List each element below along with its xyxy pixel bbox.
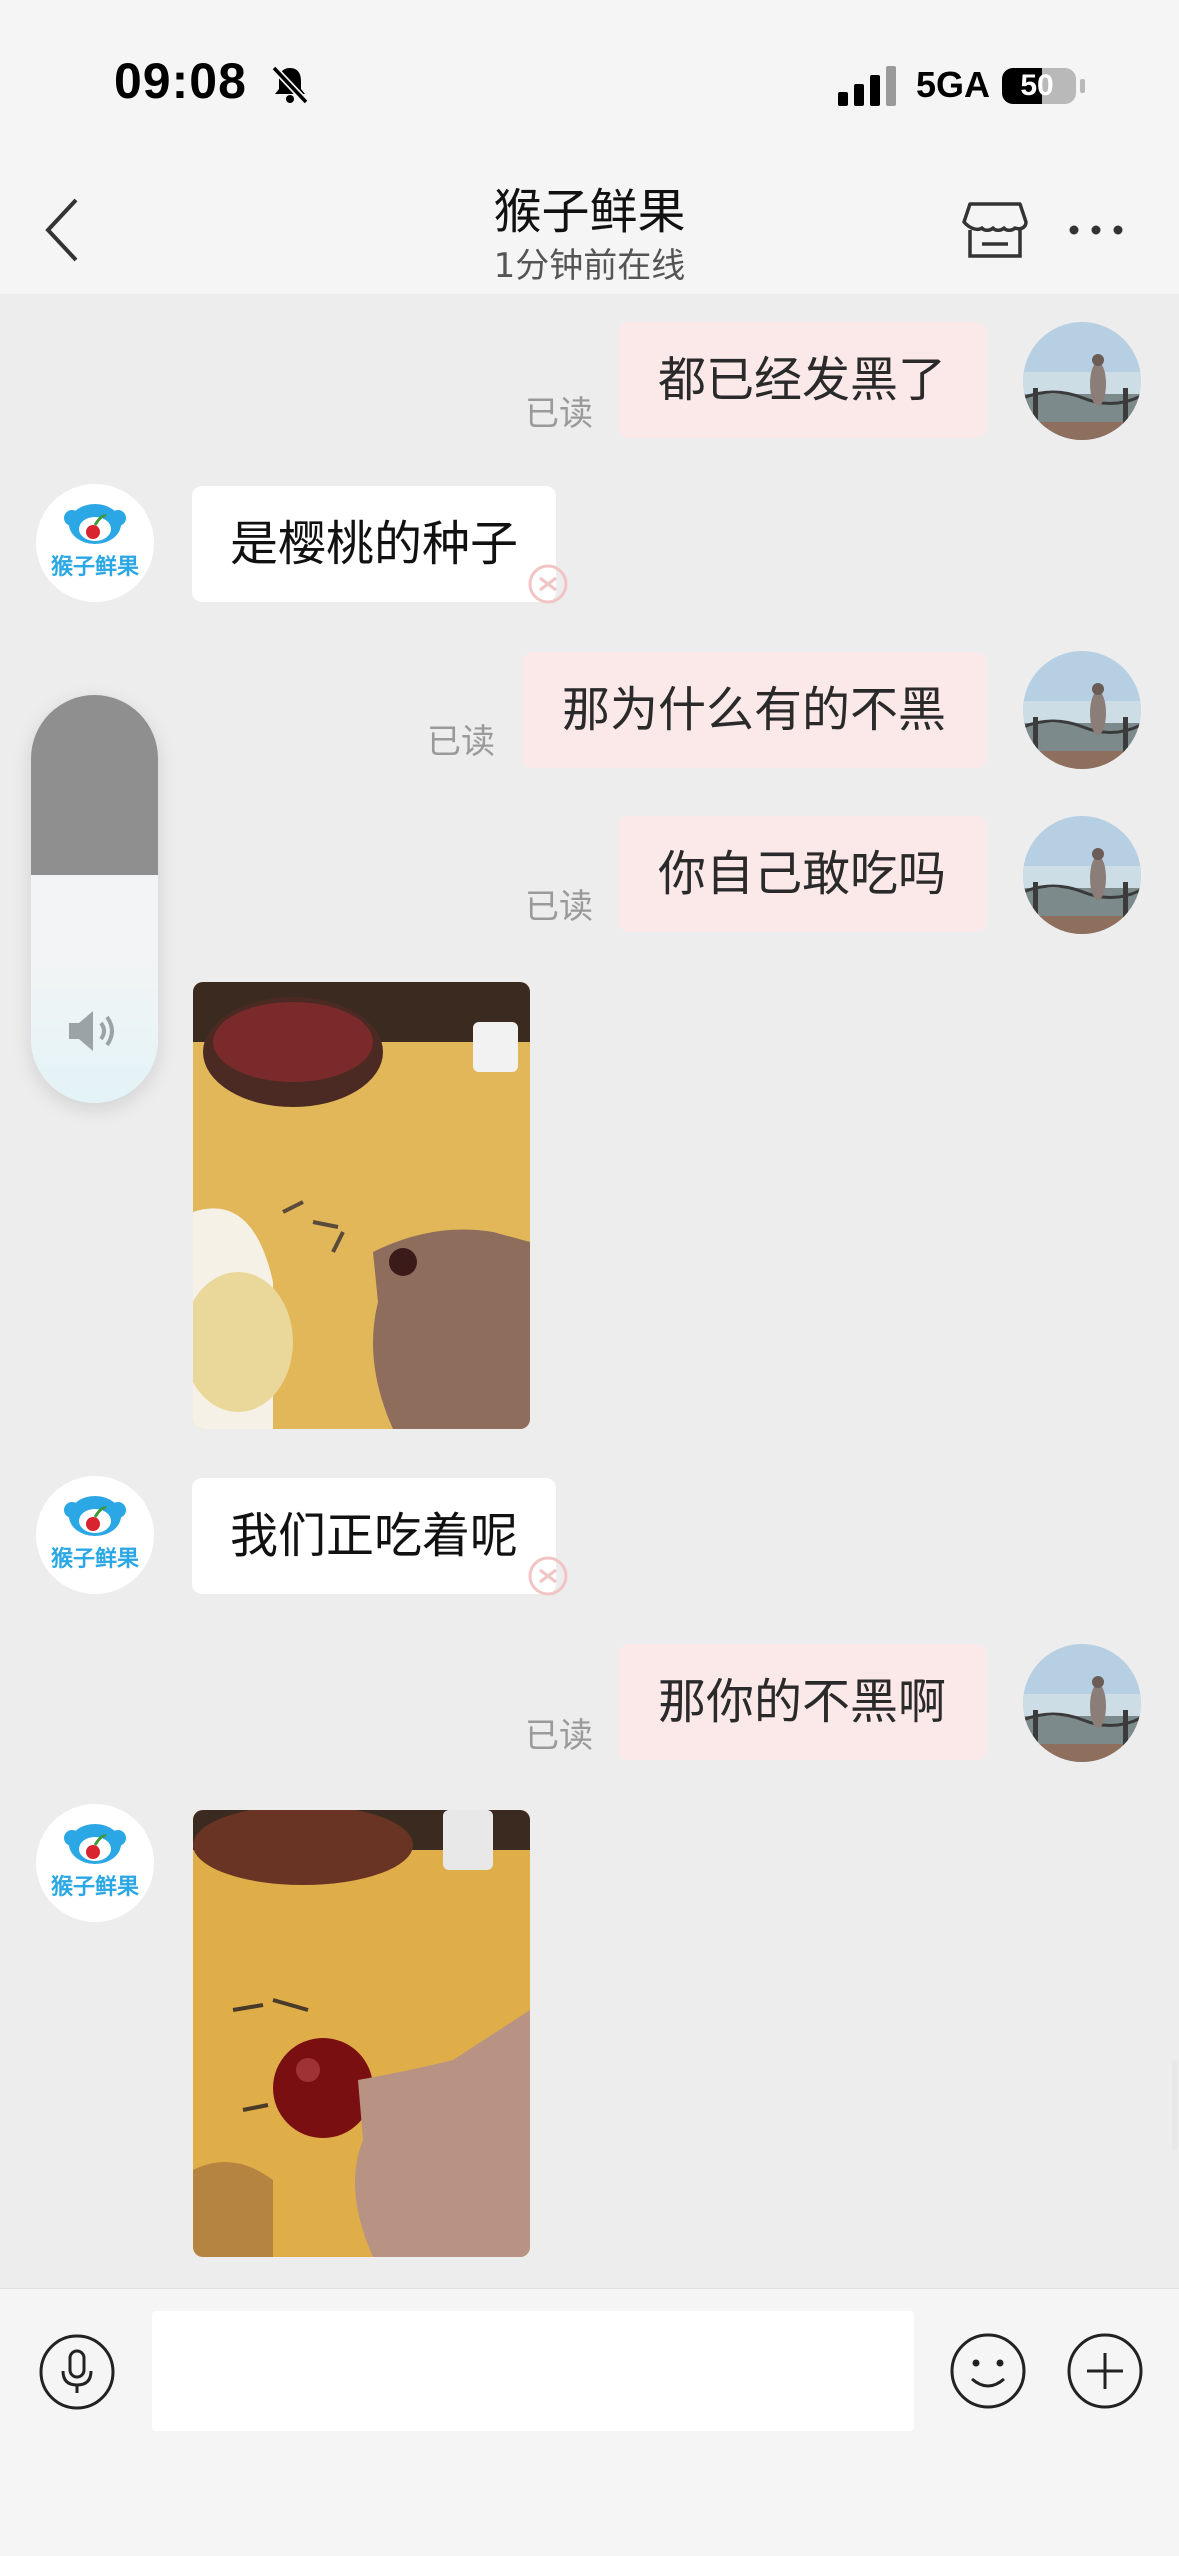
read-receipt: 已读: [427, 722, 495, 762]
volume-level-fill: [31, 695, 158, 875]
avatar-photo: [1023, 816, 1141, 934]
network-type: 5GA: [916, 64, 991, 105]
shop-logo-text: 猴子鲜果: [51, 1875, 139, 1900]
cherry-in-hand-photo: [193, 1810, 530, 2257]
shop-logo: 猴子鲜果: [36, 1476, 154, 1594]
message-bubble-incoming[interactable]: 是樱桃的种子: [192, 486, 557, 602]
more-actions-button[interactable]: [1065, 2331, 1145, 2411]
message-list[interactable]: 已读 都已经发黑了 猴子鲜果 是樱桃的种子 已读 那为什么有的不黑 已读 你自己…: [0, 294, 1179, 2288]
pdd-stamp-icon: [528, 1556, 568, 1596]
shop-avatar[interactable]: 猴子鲜果: [36, 1804, 154, 1922]
message-image[interactable]: [193, 1810, 530, 2257]
shop-avatar[interactable]: 猴子鲜果: [36, 1476, 154, 1594]
bell-off-icon: [271, 65, 309, 105]
chat-header: 猴子鲜果 1分钟前在线: [0, 170, 1179, 294]
message-input[interactable]: [152, 2311, 914, 2431]
read-receipt: 已读: [525, 394, 593, 434]
volume-indicator: [31, 695, 158, 1103]
emoji-button[interactable]: [948, 2331, 1028, 2411]
status-bar: 09:08 5GA 50: [0, 0, 1179, 170]
more-icon[interactable]: [1066, 210, 1126, 250]
battery-level: 50: [1020, 69, 1054, 102]
avatar-photo: [1023, 651, 1141, 769]
shop-logo: 猴子鲜果: [36, 1804, 154, 1922]
voice-input-button[interactable]: [38, 2333, 116, 2411]
avatar-photo: [1023, 1644, 1141, 1762]
shop-logo: 猴子鲜果: [36, 484, 154, 602]
store-icon[interactable]: [960, 194, 1030, 264]
read-receipt: 已读: [525, 887, 593, 927]
my-avatar[interactable]: [1023, 1644, 1141, 1762]
shop-avatar[interactable]: 猴子鲜果: [36, 484, 154, 602]
my-avatar[interactable]: [1023, 651, 1141, 769]
message-image[interactable]: [193, 982, 530, 1429]
shop-logo-text: 猴子鲜果: [51, 555, 139, 580]
my-avatar[interactable]: [1023, 322, 1141, 440]
cherries-photo: [193, 982, 530, 1429]
read-receipt: 已读: [525, 1716, 593, 1756]
message-bubble-outgoing[interactable]: 那你的不黑啊: [617, 1644, 986, 1760]
pdd-stamp-icon: [528, 564, 568, 604]
message-bubble-outgoing[interactable]: 都已经发黑了: [617, 322, 986, 438]
input-bar: [0, 2288, 1179, 2556]
my-avatar[interactable]: [1023, 816, 1141, 934]
message-bubble-outgoing[interactable]: 那为什么有的不黑: [521, 652, 986, 768]
message-bubble-outgoing[interactable]: 你自己敢吃吗: [617, 816, 986, 932]
status-time: 09:08: [114, 53, 247, 109]
message-bubble-incoming[interactable]: 我们正吃着呢: [192, 1478, 557, 1594]
shop-logo-text: 猴子鲜果: [51, 1547, 139, 1572]
scroll-indicator[interactable]: [1172, 2060, 1178, 2150]
speaker-icon: [69, 1011, 114, 1051]
signal-icon: [838, 66, 896, 106]
avatar-photo: [1023, 322, 1141, 440]
